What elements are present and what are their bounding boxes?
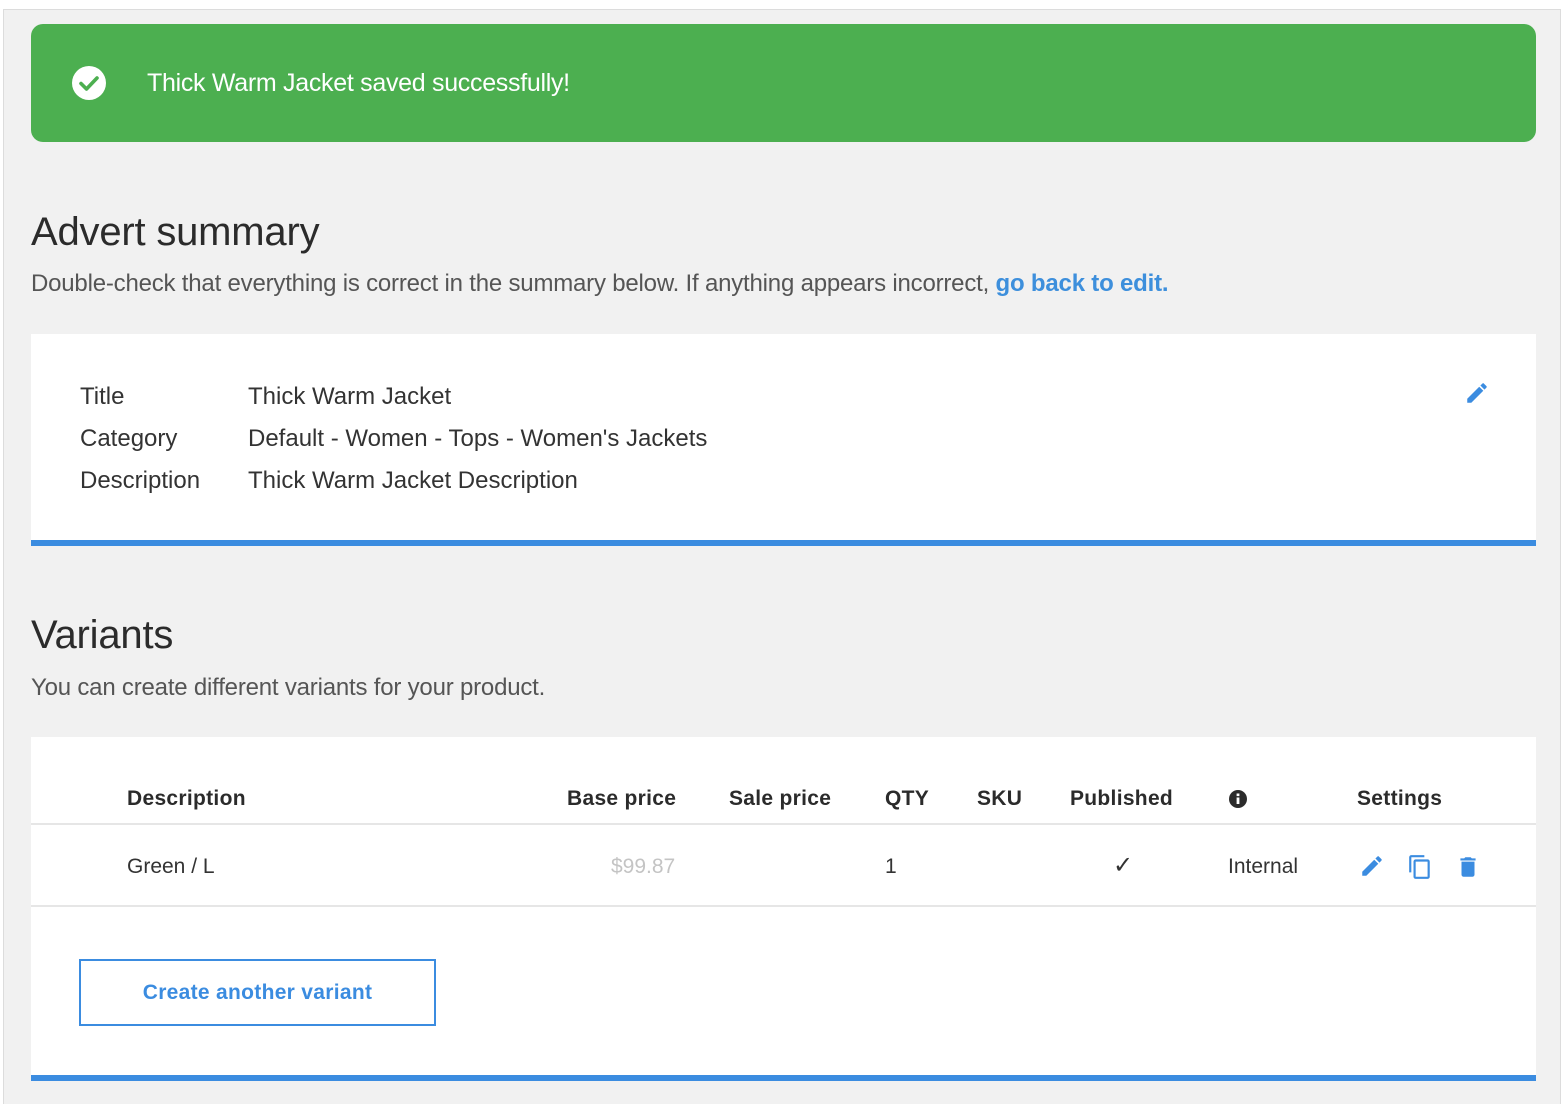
cell-qty: 1 — [885, 855, 897, 878]
field-value: Thick Warm Jacket Description — [248, 467, 578, 494]
variants-heading: Variants — [31, 613, 174, 657]
table-row: Green / L $99.87 1 ✓ Internal — [31, 825, 1536, 907]
copy-icon[interactable] — [1407, 853, 1435, 881]
check-circle-icon — [71, 65, 107, 101]
trash-icon[interactable] — [1455, 853, 1483, 881]
summary-subtitle: Double-check that everything is correct … — [31, 270, 1169, 297]
field-label: Description — [80, 467, 201, 494]
column-header-base-price: Base price — [567, 787, 677, 810]
pencil-icon[interactable] — [1359, 853, 1387, 881]
column-header-description: Description — [127, 787, 246, 810]
info-icon — [1228, 789, 1248, 815]
column-header-published: Published — [1070, 787, 1174, 810]
summary-fields: Title Thick Warm Jacket Category Default… — [80, 376, 707, 502]
variants-card: Description Base price Sale price QTY SK… — [31, 737, 1536, 1081]
pencil-icon[interactable] — [1464, 380, 1490, 406]
cell-published: ✓ — [1113, 852, 1134, 879]
field-value: Default - Women - Tops - Women's Jackets — [248, 425, 708, 452]
column-header-qty: QTY — [885, 787, 930, 810]
go-back-to-edit-link[interactable]: go back to edit. — [996, 270, 1169, 297]
summary-field-category: Category Default - Women - Tops - Women'… — [80, 418, 707, 460]
page: Thick Warm Jacket saved successfully! Ad… — [3, 9, 1561, 1104]
toast-message: Thick Warm Jacket saved successfully! — [147, 68, 570, 97]
column-header-sale-price: Sale price — [729, 787, 832, 810]
summary-field-title: Title Thick Warm Jacket — [80, 376, 707, 418]
field-label: Category — [80, 425, 178, 452]
create-another-variant-button[interactable]: Create another variant — [79, 959, 436, 1026]
field-label: Title — [80, 383, 125, 410]
cell-visibility: Internal — [1228, 855, 1299, 878]
success-toast: Thick Warm Jacket saved successfully! — [31, 24, 1536, 142]
column-header-sku: SKU — [977, 787, 1023, 810]
variants-subtitle: You can create different variants for yo… — [31, 674, 546, 701]
cell-description: Green / L — [127, 855, 215, 878]
summary-field-description: Description Thick Warm Jacket Descriptio… — [80, 460, 707, 502]
summary-card: Title Thick Warm Jacket Category Default… — [31, 334, 1536, 546]
cell-base-price: $99.87 — [611, 855, 676, 878]
column-header-settings: Settings — [1357, 787, 1443, 810]
summary-heading: Advert summary — [31, 210, 320, 254]
table-header: Description Base price Sale price QTY SK… — [31, 737, 1536, 825]
field-value: Thick Warm Jacket — [248, 383, 452, 410]
